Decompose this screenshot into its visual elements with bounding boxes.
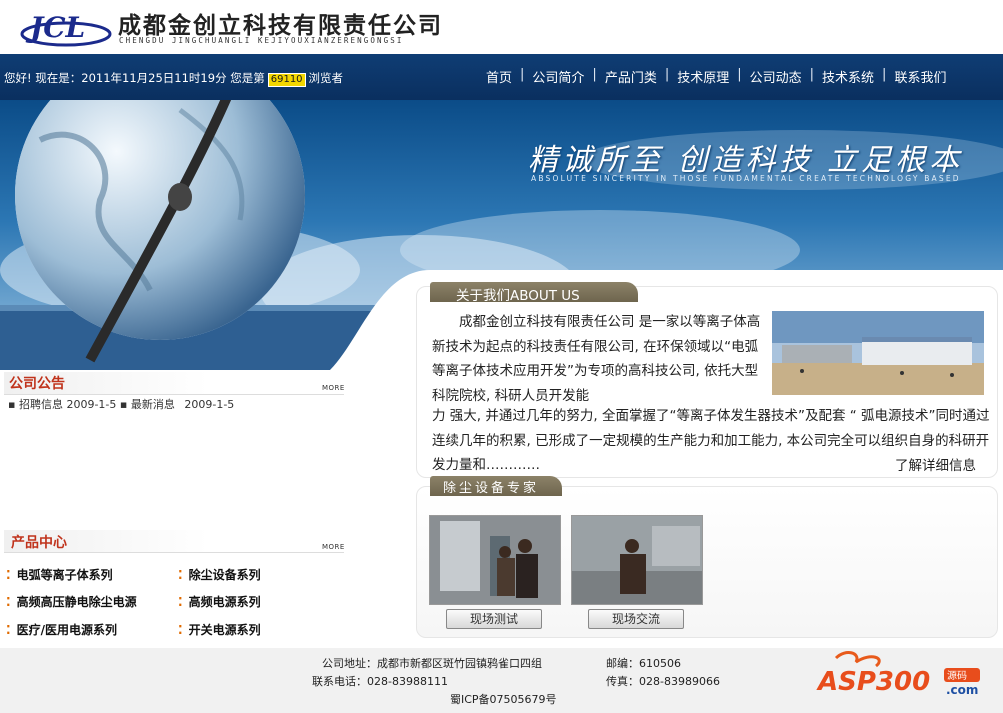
notice-title: 公司公告 [9, 376, 65, 392]
notice-item-date: 2009-1-5 [66, 398, 117, 411]
nav-home[interactable]: 首页 [486, 67, 512, 86]
nav-company-news[interactable]: 公司动态 [750, 67, 802, 86]
nav-separator: | [737, 67, 742, 82]
nav-separator: | [520, 67, 525, 82]
company-pinyin: CHENGDU JINGCHUANGLI KEJIYOUXIANZERENGON… [119, 36, 404, 45]
footer-icp[interactable]: 蜀ICP备07505679号 [450, 691, 557, 707]
bullet-icon: ⁚ [178, 568, 183, 582]
product-item[interactable]: ⁚ 开关电源系列 [178, 621, 261, 638]
footer-fax: 传真：028-83989066 [606, 675, 720, 688]
nav-separator: | [809, 67, 815, 82]
product-item-label: 医疗/医用电源系列 [16, 623, 117, 637]
bullet-icon: ⁚ [6, 623, 11, 637]
svg-text:.com: .com [946, 683, 978, 697]
asp300-text: ASP300 [816, 667, 930, 697]
nav-product-categories[interactable]: 产品门类 [605, 67, 657, 86]
product-item-label: 电弧等离子体系列 [16, 568, 113, 582]
logo-text: JCL [25, 11, 85, 44]
nav-separator: | [882, 67, 887, 82]
svg-text:源码: 源码 [947, 669, 967, 682]
about-text: 成都金创立科技有限责任公司 是一家以等离子体高新技术为起点的科技责任有限公司, … [432, 314, 761, 404]
footer-phone: 联系电话：028-83988111 [312, 675, 448, 688]
nav-separator: | [664, 67, 670, 82]
list-bullet: ▪ [119, 398, 128, 411]
footer-postcode: 邮编：610506 [606, 657, 681, 670]
asp300-watermark-logo: ASP300 源码 .com [816, 651, 980, 697]
banner-slogan-en: ABSOLUTE SINCERITY IN THOSE FUNDAMENTAL … [531, 174, 961, 183]
banner-slogan: 精诚所至 创造科技 立足根本 [528, 143, 964, 178]
company-building-photo [772, 311, 984, 395]
notice-item-label[interactable]: 招聘信息 [19, 398, 63, 411]
product-item[interactable]: ⁚ 除尘设备系列 [178, 566, 261, 583]
about-title: 关于我们ABOUT US [456, 288, 580, 304]
footer-address: 公司地址：成都市新都区斑竹园镇鸦雀口四组 [322, 657, 542, 670]
welcome-text: 您好! 现在是：2011年11月25日11时19分 您是第 69110 浏览者 [4, 70, 343, 87]
notice-item-label[interactable]: 最新消息 [131, 398, 175, 411]
main-nav: 首页 | 公司简介 | 产品门类 | 技术原理 | 公司动态 | 技术系统 | 联系我们 [486, 67, 946, 86]
visitor-suffix: 浏览者 [308, 71, 344, 85]
bullet-icon: ⁚ [178, 595, 183, 609]
product-item-label: 高频高压静电除尘电源 [16, 595, 137, 609]
nav-tech-systems[interactable]: 技术系统 [822, 67, 874, 86]
notice-more-link[interactable]: MORE [322, 384, 345, 392]
site-exchange-button[interactable]: 现场交流 [588, 609, 684, 629]
site-test-button[interactable]: 现场测试 [446, 609, 542, 629]
product-item[interactable]: ⁚ 医疗/医用电源系列 [6, 621, 117, 638]
bullet-icon: ⁚ [6, 595, 11, 609]
site-exchange-photo[interactable] [571, 515, 703, 605]
company-logo: JCL [20, 11, 112, 47]
product-more-link[interactable]: MORE [322, 543, 345, 551]
nav-company-profile[interactable]: 公司简介 [532, 67, 584, 86]
product-item-label: 高频电源系列 [188, 595, 261, 609]
company-name: 成都金创立科技有限责任公司 [118, 13, 443, 39]
notice-list: ▪ 招聘信息 2009-1-5 ▪ 最新消息 2009-1-5 [8, 396, 234, 412]
nav-separator: | [592, 67, 597, 82]
nav-contact-us[interactable]: 联系我们 [894, 67, 946, 86]
visit-counter: 69110 [267, 73, 306, 87]
product-item[interactable]: ⁚ 高频高压静电除尘电源 [6, 593, 137, 610]
bullet-icon: ⁚ [178, 623, 183, 637]
nav-technology-principles[interactable]: 技术原理 [677, 67, 729, 86]
list-bullet: ▪ [8, 398, 16, 411]
product-item[interactable]: ⁚ 高频电源系列 [178, 593, 261, 610]
about-more-link[interactable]: 了解详细信息 [895, 454, 976, 474]
product-title: 产品中心 [11, 535, 67, 551]
product-item[interactable]: ⁚ 电弧等离子体系列 [6, 566, 113, 583]
product-item-label: 除尘设备系列 [188, 568, 261, 582]
site-test-photo[interactable] [429, 515, 561, 605]
welcome-date: 您好! 现在是：2011年11月25日11时19分 您是第 [4, 71, 265, 85]
dust-title: 除尘设备专家 [443, 481, 540, 496]
notice-item-date: 2009-1-5 [184, 398, 235, 411]
product-item-label: 开关电源系列 [188, 623, 261, 637]
bullet-icon: ⁚ [6, 568, 11, 582]
